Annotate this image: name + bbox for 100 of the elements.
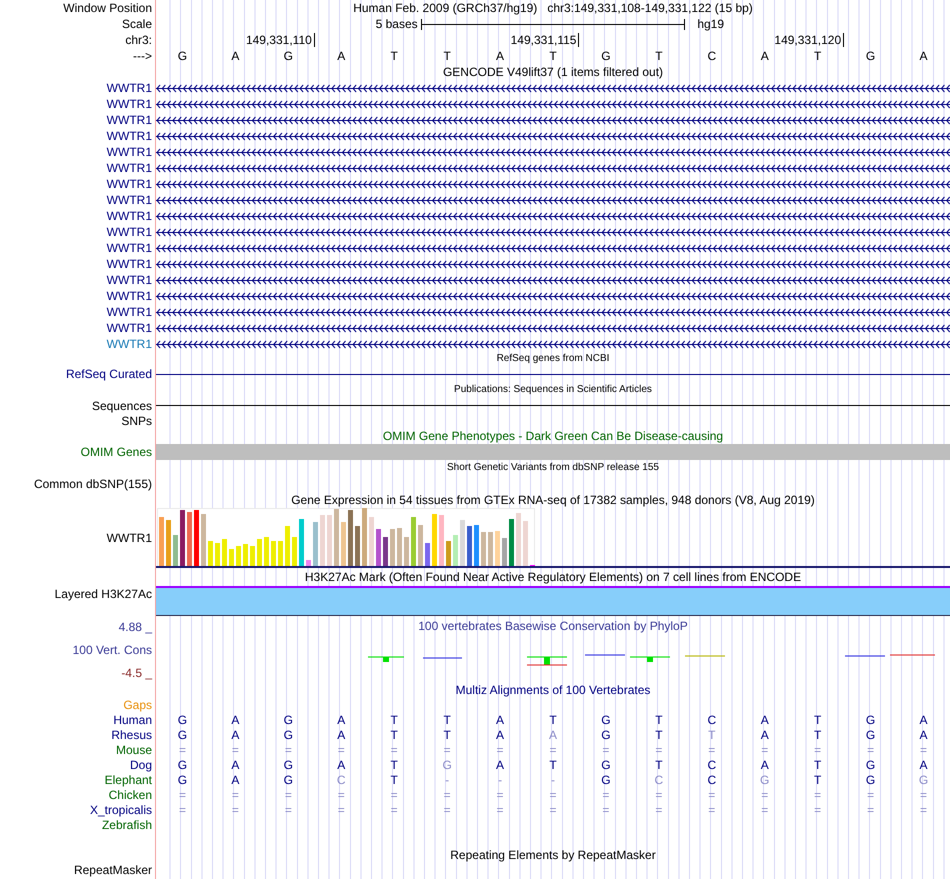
base-letter: =: [496, 742, 504, 756]
species-label[interactable]: Rhesus: [111, 728, 152, 742]
gene-label[interactable]: WWTR1: [106, 193, 152, 207]
expression-bar: [390, 529, 395, 566]
base-letter: G: [442, 758, 452, 772]
coordinate-tick: 149,331,115: [420, 33, 580, 47]
base-letter: =: [284, 742, 292, 756]
base-letter: =: [496, 788, 504, 802]
gene-label[interactable]: WWTR1: [106, 337, 152, 351]
base-letter: A: [231, 758, 240, 772]
expression-bar: [173, 535, 178, 566]
base-letter: G: [866, 49, 876, 63]
base-letter: G: [760, 772, 770, 786]
species-label[interactable]: Human: [113, 712, 152, 726]
track-label[interactable]: Sequences: [92, 398, 152, 412]
base-letter: G: [601, 49, 611, 63]
gene-label[interactable]: WWTR1: [106, 145, 152, 159]
gene-label[interactable]: WWTR1: [106, 321, 152, 335]
expression-bar: [250, 546, 255, 566]
track-label[interactable]: SNPs: [121, 414, 152, 428]
base-letter: T: [549, 712, 557, 726]
expression-bar: [425, 543, 430, 566]
gene-label[interactable]: WWTR1: [106, 113, 152, 127]
base-letter: G: [601, 758, 611, 772]
gene-label[interactable]: WWTR1: [106, 81, 152, 95]
expression-bar: [194, 510, 199, 566]
genome-label: hg19: [696, 17, 726, 31]
track-label[interactable]: RepeatMasker: [74, 863, 152, 877]
gene-label[interactable]: WWTR1: [106, 289, 152, 303]
expression-bar: [488, 532, 493, 566]
gene-label[interactable]: WWTR1: [106, 225, 152, 239]
base-letter: -: [445, 772, 450, 786]
species-label[interactable]: Dog: [130, 758, 152, 772]
gene-label[interactable]: WWTR1: [106, 209, 152, 223]
track-label[interactable]: Common dbSNP(155): [34, 477, 152, 491]
base-letter: =: [602, 788, 610, 802]
base-letter: G: [178, 772, 188, 786]
base-letter: =: [814, 788, 822, 802]
base-letter: =: [867, 788, 874, 802]
expression-bar: [201, 514, 206, 566]
gene-label[interactable]: WWTR1: [106, 97, 152, 111]
base-letter: T: [390, 758, 398, 772]
species-label[interactable]: Chicken: [108, 788, 152, 802]
expression-bar: [208, 541, 213, 566]
base-letter: T: [655, 712, 663, 726]
gene-label[interactable]: WWTR1: [106, 257, 152, 271]
track-label[interactable]: Layered H3K27Ac: [54, 587, 152, 601]
gene-label[interactable]: WWTR1: [106, 305, 152, 319]
base-letter: G: [866, 712, 876, 726]
species-label[interactable]: Zebrafish: [102, 818, 152, 832]
base-letter: =: [232, 742, 239, 756]
expression-bar: [376, 529, 381, 566]
expression-bar: [481, 532, 486, 566]
expression-bar: [215, 543, 220, 566]
base-letter: -: [550, 772, 555, 786]
track-title: Repeating Elements by RepeatMasker: [450, 848, 656, 862]
expression-bar: [327, 515, 332, 566]
base-letter: =: [444, 788, 451, 802]
species-label[interactable]: X_tropicalis: [90, 802, 152, 816]
track-label[interactable]: RefSeq Curated: [66, 367, 152, 381]
base-letter: C: [707, 758, 716, 772]
gene-label[interactable]: WWTR1: [106, 273, 152, 287]
track-label[interactable]: WWTR1: [106, 531, 152, 545]
expression-bar: [180, 510, 185, 566]
base-letter: A: [760, 49, 769, 63]
track-title: Gene Expression in 54 tissues from GTEx RNA-seq of 17382 samples, 948 donors (V8, Aug 2019): [291, 493, 815, 507]
expression-bar: [292, 537, 297, 566]
gene-label[interactable]: WWTR1: [106, 241, 152, 255]
axis-max-label: 4.88 _: [118, 620, 152, 634]
track-title: OMIM Gene Phenotypes - Dark Green Can Be Disease-causing: [382, 429, 724, 443]
expression-bar: [299, 519, 304, 566]
species-label[interactable]: Mouse: [116, 742, 152, 756]
base-letter: =: [920, 802, 928, 816]
expression-bar: [264, 537, 269, 566]
expression-bar: [278, 541, 283, 566]
base-letter: A: [760, 728, 769, 742]
base-letter: C: [336, 772, 346, 786]
base-letter: =: [232, 788, 239, 802]
base-letter: T: [549, 49, 557, 63]
gene-label[interactable]: WWTR1: [106, 129, 152, 143]
base-letter: C: [707, 712, 716, 726]
base-letter: G: [918, 772, 928, 786]
base-letter: A: [231, 728, 240, 742]
gene-label[interactable]: WWTR1: [106, 177, 152, 191]
track-label[interactable]: 100 Vert. Cons: [72, 643, 152, 657]
base-letter: A: [496, 728, 504, 742]
base-letter: =: [867, 802, 874, 816]
base-letter: =: [178, 802, 186, 816]
expression-bar: [229, 549, 234, 566]
base-letter: T: [655, 758, 663, 772]
base-letter: =: [338, 742, 345, 756]
track-label[interactable]: OMIM Genes: [80, 445, 152, 459]
base-letter: A: [231, 49, 240, 63]
species-label[interactable]: Elephant: [104, 772, 152, 786]
base-letter: A: [920, 758, 928, 772]
base-letter: =: [920, 788, 928, 802]
base-letter: T: [443, 728, 451, 742]
expression-bar: [439, 515, 444, 566]
base-letter: A: [337, 728, 346, 742]
gene-label[interactable]: WWTR1: [106, 161, 152, 175]
